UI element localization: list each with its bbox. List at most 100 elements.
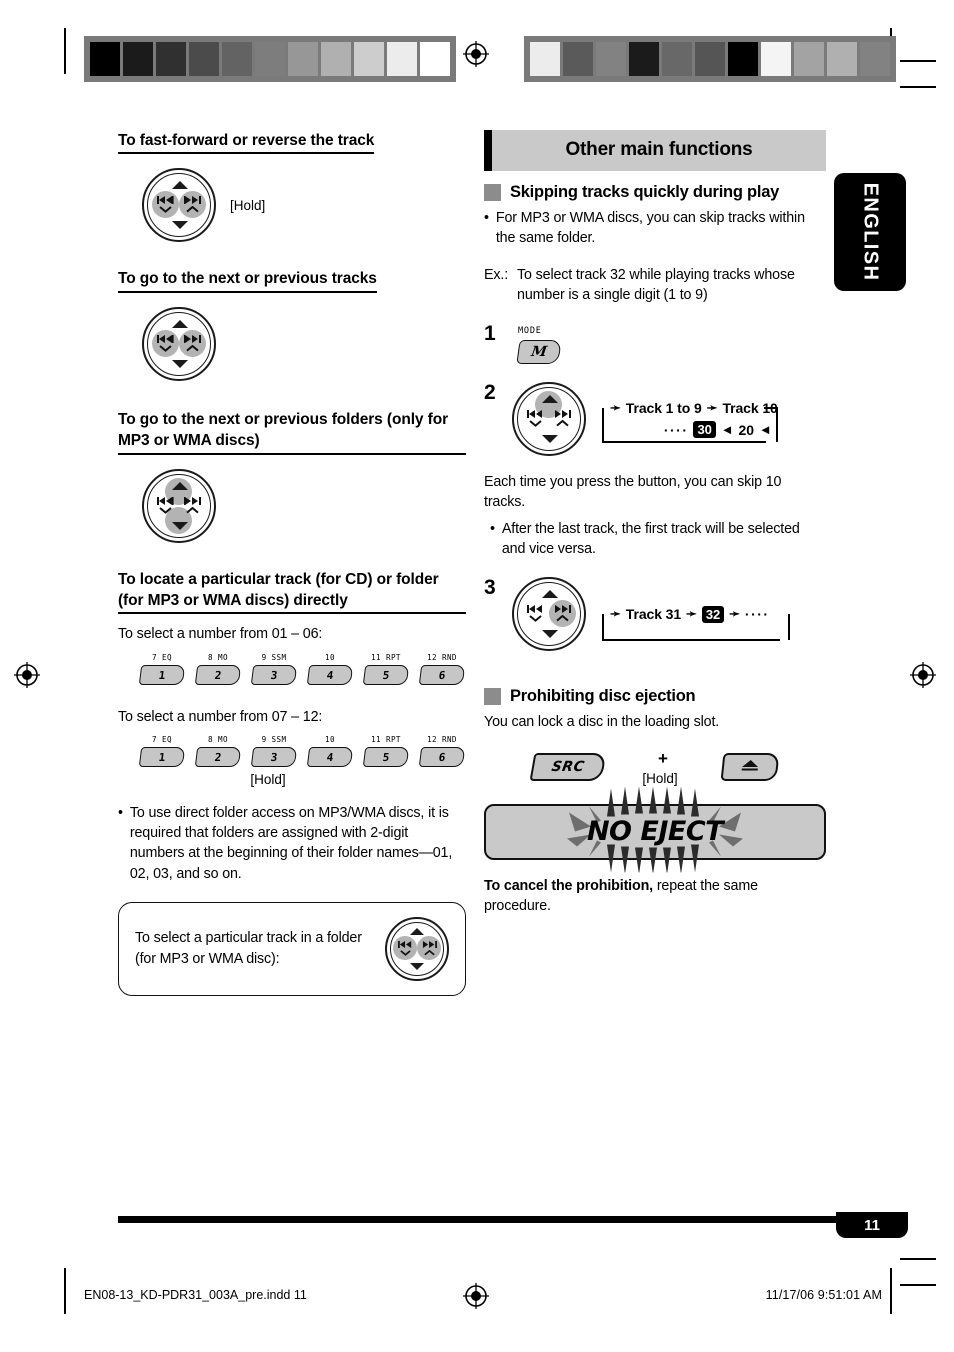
number-key-digit[interactable]: 5: [362, 746, 410, 767]
wedge-patch: [255, 42, 285, 76]
number-key[interactable]: 7 EQ 1: [138, 735, 186, 767]
bullet-mp3-wma-folder: • For MP3 or WMA discs, you can skip tra…: [484, 208, 826, 249]
previous-track-icon: [152, 492, 179, 519]
lcd-text: NO EJECT: [586, 816, 724, 848]
number-keys-hold-label: [Hold]: [250, 771, 286, 787]
number-key-caption: 10: [325, 734, 335, 744]
step-2-after-bullet: • After the last track, the first track …: [490, 519, 826, 560]
bullet-text: After the last track, the first track wi…: [501, 520, 800, 558]
footer-file-name: EN08-13_KD-PDR31_003A_pre.indd 11: [84, 1288, 307, 1302]
left-column: To fast-forward or reverse the track [Ho…: [118, 130, 466, 997]
arrow-icon: ➛: [729, 606, 740, 622]
number-key[interactable]: 9 SSM 3: [250, 734, 298, 767]
control-wheel-right-icon: [512, 577, 586, 652]
number-key-caption: 11 RPT: [371, 652, 401, 662]
number-key[interactable]: 10 4: [306, 734, 354, 767]
arrow-icon: ➛: [610, 399, 621, 415]
number-key[interactable]: 11 RPT 5: [362, 734, 410, 767]
wedge-patch: [794, 42, 824, 76]
number-key-digit[interactable]: 5: [362, 664, 410, 685]
number-key[interactable]: 9 SSM 3: [250, 653, 298, 685]
number-key-digit[interactable]: 4: [306, 664, 354, 685]
section-locate-directly: To locate a particular track (for CD) or…: [118, 569, 466, 885]
next-track-icon: [417, 936, 441, 960]
number-key[interactable]: 8 MO 2: [194, 735, 242, 767]
wedge-patch: [321, 42, 351, 76]
wedge-patch: [123, 42, 153, 76]
number-key[interactable]: 10 4: [306, 653, 354, 685]
next-track-icon: [179, 330, 206, 357]
wedge-patch: [530, 42, 560, 76]
wedge-patch: [629, 42, 659, 76]
prohibiting-intro: You can lock a disc in the loading slot.: [484, 714, 720, 731]
number-key-digit[interactable]: 6: [418, 746, 466, 767]
number-key-digit[interactable]: 4: [306, 746, 354, 767]
number-key-digit[interactable]: 3: [250, 664, 298, 685]
number-key[interactable]: 12 RND 6: [418, 653, 466, 685]
step-1: 1 MODE M: [484, 323, 826, 365]
number-key-caption: 11 RPT: [371, 734, 401, 744]
registration-mark-top: [463, 41, 489, 67]
number-key-digit[interactable]: 2: [194, 746, 242, 767]
bullet-text: For MP3 or WMA discs, you can skip track…: [495, 210, 805, 247]
step-3: 3 ➛ Track 31 ➛ 32 ➛ ····: [484, 577, 826, 652]
grayscale-wedge-right: [524, 36, 896, 82]
number-key-digit[interactable]: 1: [138, 746, 186, 767]
crop-mark-top-left: [64, 28, 66, 74]
flow-label-20: 20: [738, 421, 754, 438]
wedge-patch: [563, 42, 593, 76]
bullet-dot: •: [490, 520, 495, 537]
registration-mark-left: [14, 662, 40, 688]
crop-mark-right-lower: [900, 86, 936, 88]
mode-key-button: M: [516, 340, 562, 365]
number-key-digit[interactable]: 3: [250, 746, 298, 767]
number-key-digit[interactable]: 6: [418, 664, 466, 685]
heading-prohibiting-disc-ejection: Prohibiting disc ejection: [484, 687, 826, 706]
mode-key-caption: MODE: [518, 326, 542, 337]
number-key[interactable]: 12 RND 6: [418, 734, 466, 767]
arrow-icon: ➛: [610, 606, 621, 622]
arrow-icon: ➛: [706, 399, 718, 415]
flow-dots: ····: [663, 421, 689, 438]
number-key-digit[interactable]: 1: [138, 664, 186, 685]
control-wheel-leftright-icon: [142, 168, 216, 243]
control-wheel-leftright-icon: [142, 306, 216, 381]
eject-key-button: [720, 753, 780, 782]
footer-rule: [118, 1216, 908, 1223]
next-track-icon: [549, 600, 576, 627]
right-column: Other main functions Skipping tracks qui…: [484, 130, 826, 922]
heading-locate-directly: To locate a particular track (for CD) or…: [118, 569, 466, 615]
number-key-caption: 12 RND: [427, 734, 457, 744]
prohibiting-key-combo: SRC + [Hold]: [484, 749, 826, 786]
bullet-dot: •: [484, 210, 489, 226]
flow-chip-32: 32: [701, 605, 725, 624]
number-key-row-07-12: 7 EQ 1 8 MO 2 9 SSM 3 10 4 11 RPT 5 12 RND 6: [138, 734, 466, 767]
cancel-prohibition-bold: To cancel the prohibition,: [484, 877, 653, 894]
arrow-icon: ◄: [758, 422, 772, 438]
flow-label-track-31: Track 31: [625, 606, 682, 623]
wedge-patch: [662, 42, 692, 76]
crop-mark-bottom-right-lower: [900, 1284, 936, 1286]
number-key[interactable]: 7 EQ 1: [138, 653, 186, 685]
callout-text: To select a particular track in a folder…: [135, 928, 362, 969]
footer-timestamp: 11/17/06 9:51:01 AM: [765, 1288, 882, 1302]
callout-line-2: (for MP3 or WMA disc):: [135, 951, 280, 968]
flow-line-bottom: ···· 30 ◄ 20 ◄: [606, 420, 778, 439]
callout-select-track-in-folder: To select a particular track in a folder…: [118, 902, 466, 997]
crop-mark-bottom-right: [890, 1268, 892, 1314]
wedge-patch: [596, 42, 626, 76]
heading-fast-forward: To fast-forward or reverse the track: [118, 130, 374, 155]
wedge-patch: [827, 42, 857, 76]
previous-track-icon: [522, 600, 549, 627]
step-2-number: 2: [484, 381, 496, 405]
banner-other-main-functions: Other main functions: [484, 130, 826, 171]
number-key-digit[interactable]: 2: [194, 664, 242, 685]
flow-dots: ····: [744, 606, 770, 623]
wedge-patch: [222, 42, 252, 76]
number-key[interactable]: 8 MO 2: [194, 653, 242, 685]
number-key[interactable]: 11 RPT 5: [362, 652, 410, 685]
step-2: 2 ➛ Track 1 to 9 ➛ Track 10 ···· 30 ◄ 20…: [484, 381, 826, 457]
plus-sign: +: [658, 748, 668, 768]
section-next-tracks: To go to the next or previous tracks: [118, 268, 466, 381]
number-key-caption: 9 SSM: [261, 734, 287, 744]
